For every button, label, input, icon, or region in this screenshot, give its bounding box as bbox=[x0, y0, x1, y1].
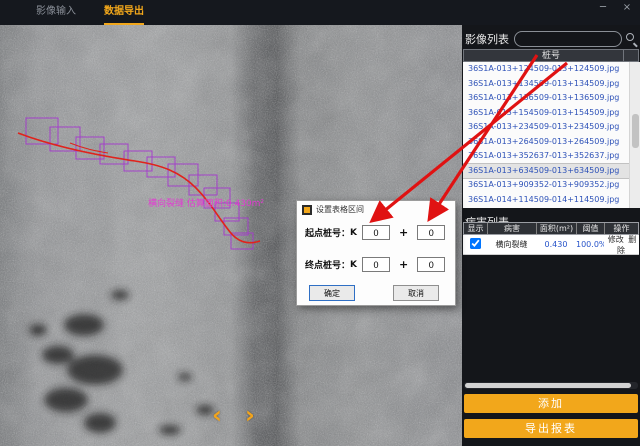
app-window: 影像输入 数据导出 ─ × bbox=[0, 0, 640, 446]
dialog-title: 设置表格区间 bbox=[316, 204, 364, 215]
list-item[interactable]: 36S1A-013+352637-013+352637.jpg bbox=[463, 149, 639, 164]
end-stake-m-input[interactable] bbox=[417, 257, 445, 272]
ok-button[interactable]: 确定 bbox=[309, 285, 355, 301]
tab-image-input[interactable]: 影像输入 bbox=[36, 0, 76, 25]
minimize-icon[interactable]: ─ bbox=[596, 2, 610, 13]
list-item[interactable]: 36S1A-013+134509-013+134509.jpg bbox=[463, 77, 639, 92]
file-list-scrollbar[interactable] bbox=[629, 62, 640, 208]
end-stake-prefix: K bbox=[350, 260, 357, 270]
list-item[interactable]: 36S1A-014+114509-014+114509.jpg bbox=[463, 193, 639, 208]
list-item[interactable]: 36S1A-013+234509-013+234509.jpg bbox=[463, 120, 639, 135]
list-item[interactable]: 36S1A-013+634509-013+634509.jpg bbox=[463, 164, 639, 179]
tab-bar: 影像输入 数据导出 bbox=[36, 0, 144, 25]
defect-edit-link[interactable]: 修改 bbox=[608, 235, 624, 244]
close-icon[interactable]: × bbox=[620, 2, 634, 13]
stake-range-dialog: 设置表格区间 起点桩号： K + 终点桩号： K + 确定 取消 bbox=[296, 200, 456, 306]
end-stake-label: 终点桩号： bbox=[305, 258, 350, 271]
start-stake-m-input[interactable] bbox=[417, 225, 445, 240]
top-bar: 影像输入 数据导出 ─ × bbox=[0, 0, 640, 25]
export-report-button[interactable]: 导出报表 bbox=[464, 419, 638, 438]
crack-label: 横向裂缝 估算面积:0.430m² bbox=[148, 197, 264, 209]
end-stake-km-input[interactable] bbox=[362, 257, 390, 272]
plus-sign: + bbox=[399, 258, 408, 271]
list-item[interactable]: 36S1A-013+124509-013+124509.jpg bbox=[463, 62, 639, 77]
defect-threshold: 100.0% bbox=[576, 240, 604, 249]
right-panel: 影像列表 桩号 36S1A-013+124509-013+124509.jpg3… bbox=[462, 25, 640, 446]
tab-data-export[interactable]: 数据导出 bbox=[104, 0, 144, 25]
search-input[interactable] bbox=[514, 31, 622, 47]
dialog-icon bbox=[302, 205, 312, 215]
defect-area: 0.430 bbox=[536, 240, 576, 249]
image-list-column-header: 桩号 bbox=[463, 49, 639, 62]
list-item[interactable]: 36S1A-013+136509-013+136509.jpg bbox=[463, 91, 639, 106]
plus-sign: + bbox=[399, 226, 408, 239]
start-stake-label: 起点桩号： bbox=[305, 226, 350, 239]
search-icon[interactable] bbox=[625, 32, 638, 45]
cancel-button[interactable]: 取消 bbox=[393, 285, 439, 301]
defect-show-checkbox[interactable] bbox=[469, 238, 480, 249]
start-stake-prefix: K bbox=[350, 228, 357, 238]
prev-image-arrow[interactable]: ‹ bbox=[212, 403, 222, 427]
dialog-title-bar: 设置表格区间 bbox=[297, 201, 455, 218]
list-item[interactable]: 36S1A-013+909352-013+909352.jpg bbox=[463, 178, 639, 193]
start-stake-km-input[interactable] bbox=[362, 225, 390, 240]
list-item[interactable]: 36S1A-013+154509-013+154509.jpg bbox=[463, 106, 639, 121]
defect-table-scrollbar[interactable] bbox=[464, 382, 638, 389]
list-item[interactable]: 36S1A-013+264509-013+264509.jpg bbox=[463, 135, 639, 150]
image-file-list: 36S1A-013+124509-013+124509.jpg36S1A-013… bbox=[463, 62, 639, 208]
window-controls: ─ × bbox=[596, 2, 634, 13]
defect-table-row: 横向裂缝 0.430 100.0% 修改 删除 bbox=[463, 235, 639, 255]
add-button[interactable]: 添加 bbox=[464, 394, 638, 413]
defect-name: 横向裂缝 bbox=[487, 239, 536, 250]
next-image-arrow[interactable]: › bbox=[245, 403, 255, 427]
